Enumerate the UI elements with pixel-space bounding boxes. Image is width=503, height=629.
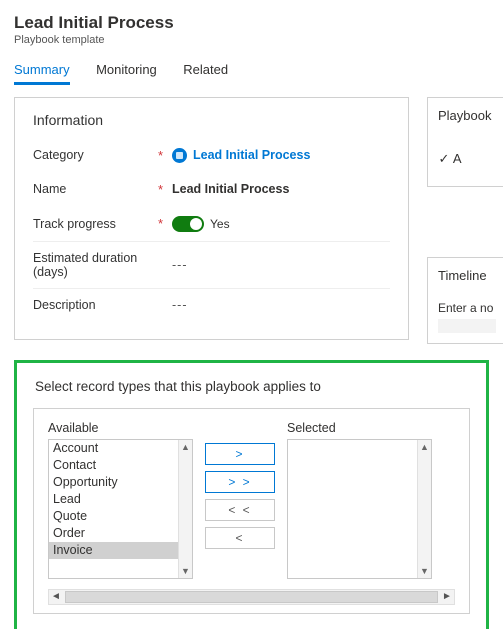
horizontal-scrollbar[interactable]: ◄ ►: [48, 589, 455, 605]
list-item[interactable]: Account: [49, 440, 192, 457]
entity-icon: [172, 148, 187, 163]
required-indicator: *: [158, 148, 172, 163]
playbook-side-title: Playbook: [438, 108, 496, 123]
list-item[interactable]: Quote: [49, 508, 192, 525]
scroll-down-icon[interactable]: ▼: [179, 564, 192, 578]
required-indicator: *: [158, 182, 172, 197]
list-item[interactable]: Opportunity: [49, 474, 192, 491]
timeline-input-bg: [438, 319, 496, 333]
name-value[interactable]: Lead Initial Process: [172, 182, 289, 196]
track-progress-label: Track progress: [33, 217, 158, 231]
selected-label: Selected: [287, 421, 432, 435]
available-listbox[interactable]: AccountContactOpportunityLeadQuoteOrderI…: [48, 439, 193, 579]
record-types-highlight: Select record types that this playbook a…: [14, 360, 489, 629]
timeline-title: Timeline: [438, 268, 496, 283]
available-label: Available: [48, 421, 193, 435]
scroll-track[interactable]: [65, 591, 438, 603]
timeline-side-card: Timeline Enter a no: [427, 257, 503, 344]
list-item[interactable]: Invoice: [49, 542, 192, 559]
estimated-duration-label: Estimated duration (days): [33, 251, 158, 279]
category-link[interactable]: Lead Initial Process: [193, 148, 310, 162]
scroll-down-icon[interactable]: ▼: [418, 564, 431, 578]
activity-prefix[interactable]: A: [453, 151, 462, 166]
track-progress-value: Yes: [210, 217, 230, 231]
selected-listbox[interactable]: ▲ ▼: [287, 439, 432, 579]
required-indicator: *: [158, 216, 172, 231]
tabs-bar: Summary Monitoring Related: [14, 56, 489, 83]
name-label: Name: [33, 182, 158, 196]
tab-monitoring[interactable]: Monitoring: [96, 56, 157, 83]
information-card: Information Category * Lead Initial Proc…: [14, 97, 409, 340]
category-value[interactable]: Lead Initial Process: [172, 148, 390, 163]
timeline-note-input[interactable]: Enter a no: [438, 301, 496, 315]
page-subtitle: Playbook template: [14, 34, 489, 46]
scrollbar-vertical[interactable]: ▲ ▼: [178, 440, 192, 578]
move-all-right-button[interactable]: > >: [205, 471, 275, 493]
tab-related[interactable]: Related: [183, 56, 228, 83]
move-all-left-button[interactable]: < <: [205, 499, 275, 521]
list-item[interactable]: Contact: [49, 457, 192, 474]
page-title: Lead Initial Process: [14, 14, 489, 33]
scroll-up-icon[interactable]: ▲: [418, 440, 431, 454]
tab-summary[interactable]: Summary: [14, 56, 70, 83]
scroll-right-icon[interactable]: ►: [440, 590, 454, 604]
list-item[interactable]: Order: [49, 525, 192, 542]
scroll-up-icon[interactable]: ▲: [179, 440, 192, 454]
move-left-button[interactable]: <: [205, 527, 275, 549]
scrollbar-vertical[interactable]: ▲ ▼: [417, 440, 431, 578]
information-heading: Information: [33, 112, 390, 128]
list-item[interactable]: Lead: [49, 491, 192, 508]
description-value[interactable]: ---: [172, 298, 188, 312]
record-types-box: Available AccountContactOpportunityLeadQ…: [33, 408, 470, 614]
check-icon: ✓: [438, 151, 450, 167]
track-progress-toggle[interactable]: [172, 216, 204, 232]
record-types-title: Select record types that this playbook a…: [35, 379, 470, 394]
category-label: Category: [33, 148, 158, 162]
estimated-duration-value[interactable]: ---: [172, 258, 188, 272]
move-right-button[interactable]: >: [205, 443, 275, 465]
playbook-side-card: Playbook ✓ A: [427, 97, 503, 187]
scroll-left-icon[interactable]: ◄: [49, 590, 63, 604]
description-label: Description: [33, 298, 158, 312]
